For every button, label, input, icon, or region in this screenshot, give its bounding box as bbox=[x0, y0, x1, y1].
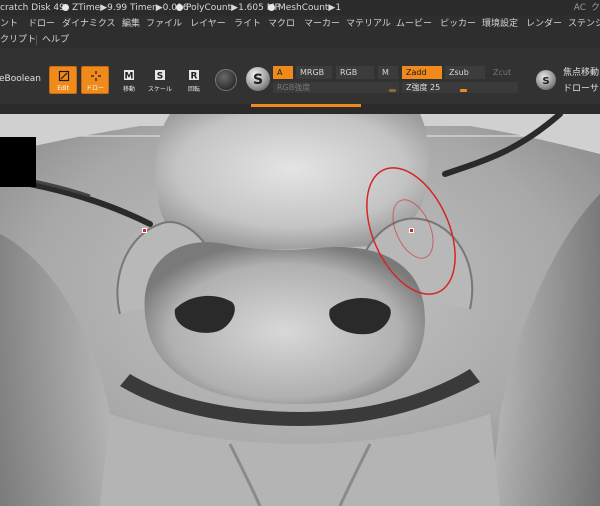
scale-button-label: スケール bbox=[147, 86, 172, 93]
menu-item-layer[interactable]: レイヤー bbox=[188, 16, 228, 32]
move-button[interactable]: M 移動 bbox=[115, 66, 143, 94]
menu-item-marker[interactable]: マーカー bbox=[302, 16, 342, 32]
z-intensity-label: Z強度 25 bbox=[406, 83, 441, 92]
menu-item-stencil-prefix[interactable]: ント bbox=[0, 16, 20, 32]
zsub-button[interactable]: Zsub bbox=[445, 66, 485, 79]
canvas-viewport[interactable] bbox=[0, 114, 600, 506]
sculpt-model bbox=[0, 114, 600, 506]
focal-sphere-icon[interactable]: S bbox=[536, 70, 556, 90]
material-sphere-icon[interactable] bbox=[215, 69, 237, 91]
rotate-button[interactable]: R 回転 bbox=[180, 66, 208, 94]
menu-item-edit[interactable]: 編集 bbox=[120, 16, 142, 32]
rgb-button[interactable]: RGB bbox=[336, 66, 374, 79]
rotate-button-label: 回転 bbox=[187, 86, 200, 93]
draw-icon bbox=[91, 71, 101, 81]
svg-text:R: R bbox=[191, 72, 198, 82]
move-button-label: 移動 bbox=[122, 86, 135, 93]
s-glyph-icon: S bbox=[253, 72, 263, 88]
svg-text:S: S bbox=[253, 72, 263, 88]
focal-glyph-icon: S bbox=[542, 76, 549, 87]
ztime-status: ZTime▶9.99 Timer▶0.016 bbox=[58, 0, 188, 16]
svg-text:S: S bbox=[157, 72, 163, 82]
focal-shift-label[interactable]: 焦点移動 bbox=[563, 65, 599, 78]
active-tool-indicator bbox=[251, 104, 361, 107]
rgb-intensity-label: RGB強度 bbox=[277, 83, 311, 92]
m-button[interactable]: M bbox=[378, 66, 398, 79]
zbrush-window: cratch Disk 49 ZTime▶9.99 Timer▶0.016 Po… bbox=[0, 0, 600, 506]
menu-item-picker[interactable]: ピッカー bbox=[438, 16, 478, 32]
status-bar: cratch Disk 49 ZTime▶9.99 Timer▶0.016 Po… bbox=[0, 0, 600, 16]
scale-icon: S bbox=[155, 70, 165, 82]
scratch-disk-status: cratch Disk 49 bbox=[0, 3, 65, 13]
polycount-dot-icon bbox=[176, 4, 183, 11]
scale-button[interactable]: S スケール bbox=[146, 66, 174, 94]
edit-button[interactable]: Edit bbox=[49, 66, 77, 94]
menu-item-movie[interactable]: ムービー bbox=[394, 16, 434, 32]
ac-label[interactable]: AC bbox=[574, 0, 586, 16]
overlay-black-panel bbox=[0, 137, 36, 187]
menu-item-macro[interactable]: マクロ bbox=[266, 16, 297, 32]
live-boolean-button[interactable]: eBoolean bbox=[0, 74, 41, 84]
right-glyph[interactable]: ク bbox=[591, 0, 600, 16]
edit-button-label: Edit bbox=[57, 85, 69, 92]
mrgb-button[interactable]: MRGB bbox=[296, 66, 332, 79]
z-intensity-knob[interactable] bbox=[460, 89, 467, 92]
menu-item-file[interactable]: ファイル bbox=[144, 16, 184, 32]
rgb-intensity-knob[interactable] bbox=[389, 89, 396, 92]
zcut-button[interactable]: Zcut bbox=[489, 66, 519, 79]
draw-button-label: ドロー bbox=[85, 85, 104, 92]
menu-item-dynamics[interactable]: ダイナミクス bbox=[60, 16, 118, 32]
menu-item-help[interactable]: ヘルプ bbox=[40, 32, 71, 48]
rgb-intensity-slider[interactable]: RGB強度 bbox=[273, 82, 399, 93]
menu-item-render[interactable]: レンダー bbox=[524, 16, 564, 32]
draw-button[interactable]: ドロー bbox=[81, 66, 109, 94]
menu-item-draw[interactable]: ドロー bbox=[26, 16, 57, 32]
meshcount-dot-icon bbox=[268, 4, 275, 11]
s-sphere-icon[interactable]: S bbox=[246, 67, 270, 91]
menu-separator bbox=[36, 35, 37, 45]
z-intensity-slider[interactable]: Z強度 25 bbox=[402, 82, 518, 93]
edit-icon bbox=[58, 70, 70, 82]
top-shelf-toolbar: eBoolean Edit ドロー M 移動 S スケール R 回転 S A M… bbox=[0, 48, 600, 114]
meshcount-status: MeshCount▶1 bbox=[264, 0, 341, 16]
draw-size-label[interactable]: ドローサ bbox=[563, 81, 599, 94]
a-button[interactable]: A bbox=[273, 66, 293, 79]
svg-text:M: M bbox=[125, 72, 134, 82]
menu-item-stencil[interactable]: ステンシ bbox=[566, 16, 600, 32]
menu-item-preferences[interactable]: 環境設定 bbox=[480, 16, 520, 32]
menu-item-material[interactable]: マテリアル bbox=[344, 16, 393, 32]
symmetry-point-left bbox=[142, 228, 147, 233]
main-menu-bar: ント ドロー ダイナミクス 編集 ファイル レイヤー ライト マクロ マーカー … bbox=[0, 16, 600, 32]
menu-item-light[interactable]: ライト bbox=[232, 16, 263, 32]
menu-item-zscript[interactable]: クリプト bbox=[0, 32, 38, 48]
ztime-dot-icon bbox=[62, 4, 69, 11]
secondary-menu-bar: クリプト ヘルプ bbox=[0, 32, 600, 48]
symmetry-point-right bbox=[409, 228, 414, 233]
move-icon: M bbox=[124, 70, 134, 82]
svg-text:S: S bbox=[542, 76, 549, 87]
zadd-button[interactable]: Zadd bbox=[402, 66, 442, 79]
rotate-icon: R bbox=[189, 70, 199, 82]
